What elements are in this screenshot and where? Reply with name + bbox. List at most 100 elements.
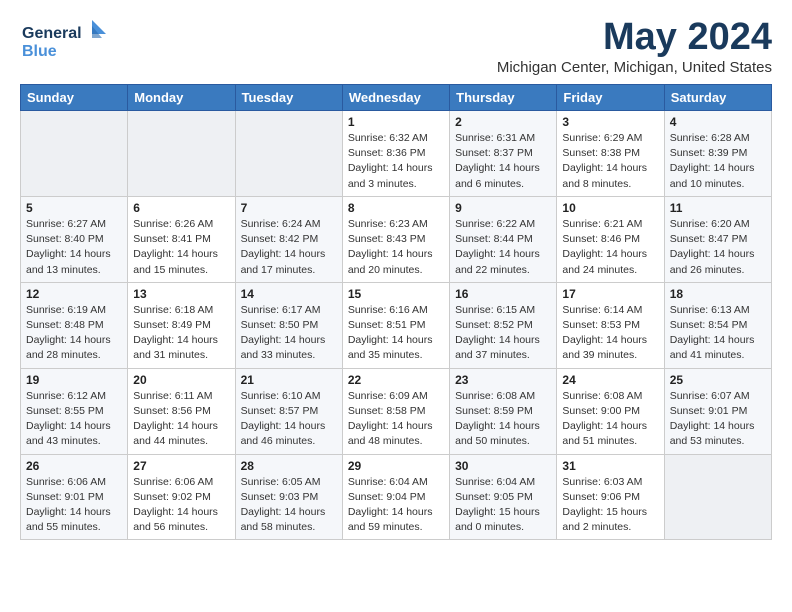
calendar-day-cell: 2Sunrise: 6:31 AM Sunset: 8:37 PM Daylig… (450, 111, 557, 197)
calendar-header-row: SundayMondayTuesdayWednesdayThursdayFrid… (21, 85, 772, 111)
day-number: 24 (562, 373, 658, 387)
logo: General Blue (20, 16, 110, 64)
calendar-day-cell: 12 Sunrise: 6:19 AM Sunset: 8:48 PM Dayli… (21, 282, 128, 368)
calendar-week-row: 19 Sunrise: 6:12 AM Sunset: 8:55 PM Dayli… (21, 368, 772, 454)
calendar-day-cell (21, 111, 128, 197)
calendar-day-cell: 31 Sunrise: 6:03 AM Sunset: 9:06 PM Dayli… (557, 454, 664, 540)
calendar-day-header: Thursday (450, 85, 557, 111)
calendar-day-cell: 13 Sunrise: 6:18 AM Sunset: 8:49 PM Dayli… (128, 282, 235, 368)
title-block: May 2024 Michigan Center, Michigan, Unit… (497, 16, 772, 76)
day-info: Sunrise: 6:28 AM Sunset: 8:39 PM Dayligh… (670, 131, 766, 192)
day-number: 10 (562, 201, 658, 215)
day-number: 4 (670, 115, 766, 129)
day-number: 26 (26, 459, 122, 473)
day-info: Sunrise: 6:14 AM Sunset: 8:53 PM Dayligh… (562, 303, 658, 364)
day-info: Sunrise: 6:29 AM Sunset: 8:38 PM Dayligh… (562, 131, 658, 192)
calendar-day-cell: 5Sunrise: 6:27 AM Sunset: 8:40 PM Daylig… (21, 196, 128, 282)
day-info: Sunrise: 6:12 AM Sunset: 8:55 PM Dayligh… (26, 389, 122, 450)
day-number: 25 (670, 373, 766, 387)
day-info: Sunrise: 6:31 AM Sunset: 8:37 PM Dayligh… (455, 131, 551, 192)
day-number: 16 (455, 287, 551, 301)
calendar-day-cell: 19 Sunrise: 6:12 AM Sunset: 8:55 PM Dayli… (21, 368, 128, 454)
calendar-day-cell (235, 111, 342, 197)
day-number: 21 (241, 373, 337, 387)
calendar-location: Michigan Center, Michigan, United States (497, 59, 772, 76)
calendar-table: SundayMondayTuesdayWednesdayThursdayFrid… (20, 84, 772, 540)
day-info: Sunrise: 6:09 AM Sunset: 8:58 PM Dayligh… (348, 389, 444, 450)
calendar-day-header: Wednesday (342, 85, 449, 111)
day-info: Sunrise: 6:19 AM Sunset: 8:48 PM Dayligh… (26, 303, 122, 364)
day-info: Sunrise: 6:17 AM Sunset: 8:50 PM Dayligh… (241, 303, 337, 364)
day-info: Sunrise: 6:04 AM Sunset: 9:04 PM Dayligh… (348, 475, 444, 536)
day-number: 13 (133, 287, 229, 301)
calendar-day-header: Friday (557, 85, 664, 111)
calendar-day-cell: 20 Sunrise: 6:11 AM Sunset: 8:56 PM Dayli… (128, 368, 235, 454)
calendar-day-cell: 17 Sunrise: 6:14 AM Sunset: 8:53 PM Dayli… (557, 282, 664, 368)
day-info: Sunrise: 6:05 AM Sunset: 9:03 PM Dayligh… (241, 475, 337, 536)
day-info: Sunrise: 6:21 AM Sunset: 8:46 PM Dayligh… (562, 217, 658, 278)
day-info: Sunrise: 6:11 AM Sunset: 8:56 PM Dayligh… (133, 389, 229, 450)
calendar-week-row: 12 Sunrise: 6:19 AM Sunset: 8:48 PM Dayli… (21, 282, 772, 368)
logo-icon: General Blue (20, 16, 110, 64)
calendar-day-cell: 10 Sunrise: 6:21 AM Sunset: 8:46 PM Dayli… (557, 196, 664, 282)
day-number: 30 (455, 459, 551, 473)
day-info: Sunrise: 6:16 AM Sunset: 8:51 PM Dayligh… (348, 303, 444, 364)
calendar-day-cell: 25Sunrise: 6:07 AM Sunset: 9:01 PM Dayli… (664, 368, 771, 454)
day-info: Sunrise: 6:06 AM Sunset: 9:02 PM Dayligh… (133, 475, 229, 536)
day-info: Sunrise: 6:13 AM Sunset: 8:54 PM Dayligh… (670, 303, 766, 364)
day-info: Sunrise: 6:03 AM Sunset: 9:06 PM Dayligh… (562, 475, 658, 536)
day-number: 12 (26, 287, 122, 301)
day-info: Sunrise: 6:08 AM Sunset: 9:00 PM Dayligh… (562, 389, 658, 450)
day-info: Sunrise: 6:22 AM Sunset: 8:44 PM Dayligh… (455, 217, 551, 278)
calendar-day-header: Saturday (664, 85, 771, 111)
day-info: Sunrise: 6:04 AM Sunset: 9:05 PM Dayligh… (455, 475, 551, 536)
day-info: Sunrise: 6:32 AM Sunset: 8:36 PM Dayligh… (348, 131, 444, 192)
day-number: 18 (670, 287, 766, 301)
calendar-day-cell: 6 Sunrise: 6:26 AM Sunset: 8:41 PM Daylig… (128, 196, 235, 282)
day-number: 31 (562, 459, 658, 473)
day-info: Sunrise: 6:24 AM Sunset: 8:42 PM Dayligh… (241, 217, 337, 278)
calendar-day-cell: 24 Sunrise: 6:08 AM Sunset: 9:00 PM Dayli… (557, 368, 664, 454)
calendar-day-cell: 29Sunrise: 6:04 AM Sunset: 9:04 PM Dayli… (342, 454, 449, 540)
calendar-title: May 2024 (497, 16, 772, 59)
day-number: 5 (26, 201, 122, 215)
calendar-day-cell: 7 Sunrise: 6:24 AM Sunset: 8:42 PM Daylig… (235, 196, 342, 282)
day-info: Sunrise: 6:18 AM Sunset: 8:49 PM Dayligh… (133, 303, 229, 364)
calendar-day-cell: 30 Sunrise: 6:04 AM Sunset: 9:05 PM Dayli… (450, 454, 557, 540)
page: General Blue May 2024 Michigan Center, M… (0, 0, 792, 550)
calendar-week-row: 26 Sunrise: 6:06 AM Sunset: 9:01 PM Dayli… (21, 454, 772, 540)
calendar-week-row: 1Sunrise: 6:32 AM Sunset: 8:36 PM Daylig… (21, 111, 772, 197)
calendar-day-header: Monday (128, 85, 235, 111)
day-number: 7 (241, 201, 337, 215)
day-info: Sunrise: 6:08 AM Sunset: 8:59 PM Dayligh… (455, 389, 551, 450)
calendar-day-cell: 3 Sunrise: 6:29 AM Sunset: 8:38 PM Daylig… (557, 111, 664, 197)
day-number: 3 (562, 115, 658, 129)
day-info: Sunrise: 6:26 AM Sunset: 8:41 PM Dayligh… (133, 217, 229, 278)
calendar-day-header: Sunday (21, 85, 128, 111)
svg-text:Blue: Blue (22, 43, 57, 60)
calendar-day-cell: 23Sunrise: 6:08 AM Sunset: 8:59 PM Dayli… (450, 368, 557, 454)
calendar-day-cell: 16 Sunrise: 6:15 AM Sunset: 8:52 PM Dayli… (450, 282, 557, 368)
day-info: Sunrise: 6:10 AM Sunset: 8:57 PM Dayligh… (241, 389, 337, 450)
day-number: 14 (241, 287, 337, 301)
calendar-day-header: Tuesday (235, 85, 342, 111)
calendar-day-cell: 15Sunrise: 6:16 AM Sunset: 8:51 PM Dayli… (342, 282, 449, 368)
calendar-day-cell: 22Sunrise: 6:09 AM Sunset: 8:58 PM Dayli… (342, 368, 449, 454)
calendar-day-cell: 18 Sunrise: 6:13 AM Sunset: 8:54 PM Dayli… (664, 282, 771, 368)
calendar-day-cell: 14 Sunrise: 6:17 AM Sunset: 8:50 PM Dayli… (235, 282, 342, 368)
calendar-day-cell (664, 454, 771, 540)
calendar-day-cell: 9 Sunrise: 6:22 AM Sunset: 8:44 PM Daylig… (450, 196, 557, 282)
day-info: Sunrise: 6:15 AM Sunset: 8:52 PM Dayligh… (455, 303, 551, 364)
day-number: 9 (455, 201, 551, 215)
day-info: Sunrise: 6:06 AM Sunset: 9:01 PM Dayligh… (26, 475, 122, 536)
calendar-week-row: 5Sunrise: 6:27 AM Sunset: 8:40 PM Daylig… (21, 196, 772, 282)
calendar-day-cell: 26 Sunrise: 6:06 AM Sunset: 9:01 PM Dayli… (21, 454, 128, 540)
day-info: Sunrise: 6:20 AM Sunset: 8:47 PM Dayligh… (670, 217, 766, 278)
day-number: 28 (241, 459, 337, 473)
day-number: 6 (133, 201, 229, 215)
day-number: 17 (562, 287, 658, 301)
calendar-day-cell: 8Sunrise: 6:23 AM Sunset: 8:43 PM Daylig… (342, 196, 449, 282)
calendar-day-cell: 4 Sunrise: 6:28 AM Sunset: 8:39 PM Daylig… (664, 111, 771, 197)
day-number: 20 (133, 373, 229, 387)
day-number: 19 (26, 373, 122, 387)
